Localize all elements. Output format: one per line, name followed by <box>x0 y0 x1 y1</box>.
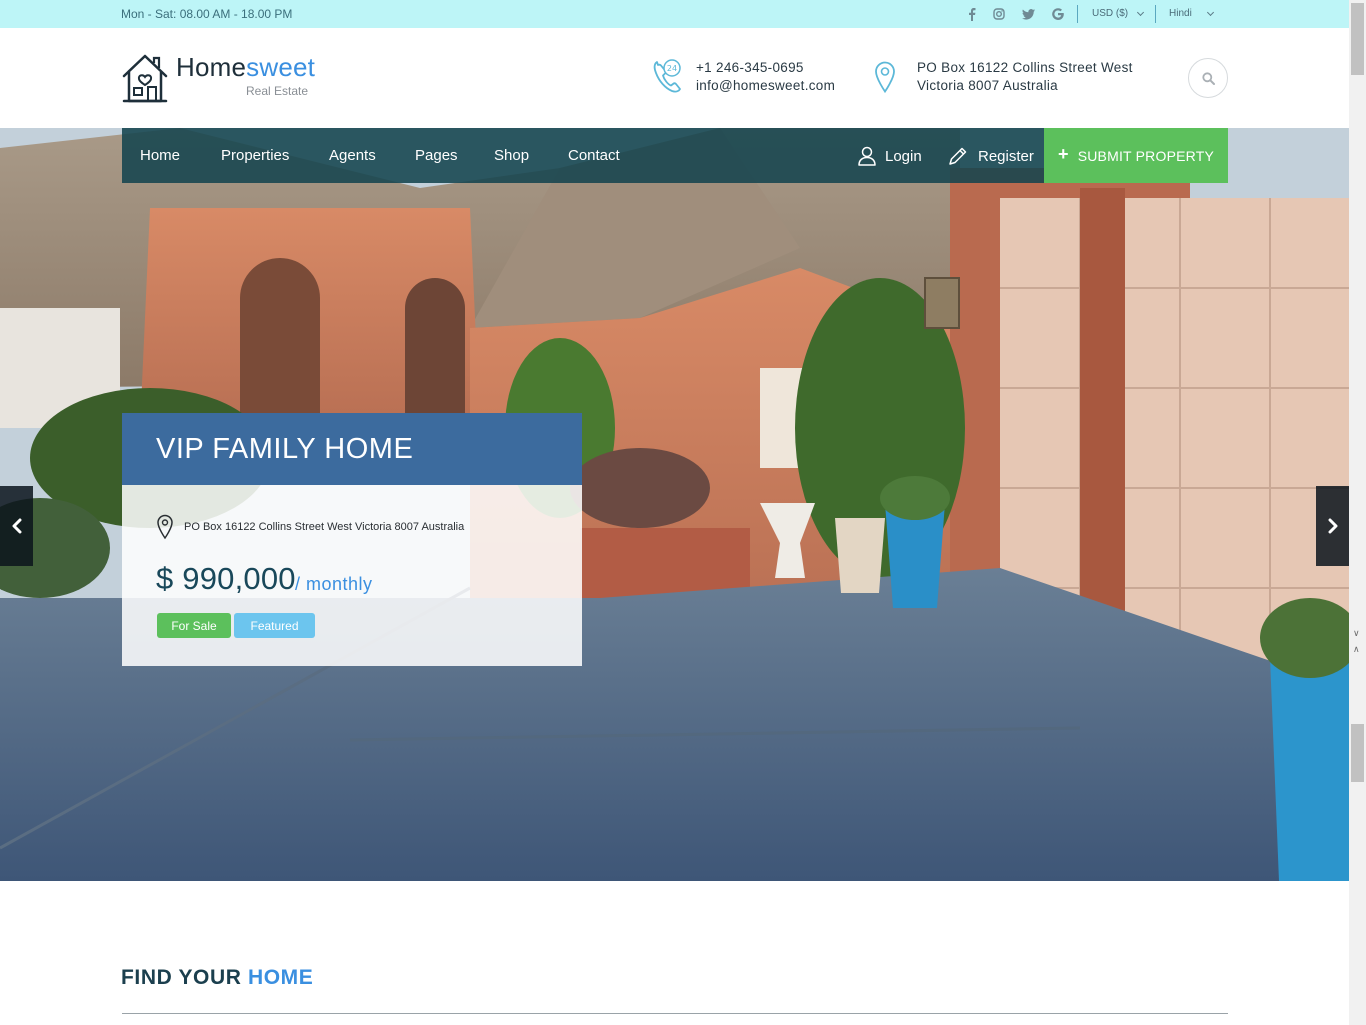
contact-phone-email: +1 246-345-0695 info@homesweet.com <box>696 59 835 95</box>
scroll-down-icon[interactable]: ∨ <box>1353 628 1360 639</box>
top-bar: Mon - Sat: 08.00 AM - 18.00 PM USD ($) H… <box>0 0 1349 28</box>
property-address: PO Box 16122 Collins Street West Victori… <box>184 521 465 533</box>
email-address[interactable]: info@homesweet.com <box>696 77 835 95</box>
register-label: Register <box>978 147 1034 165</box>
contact-address: PO Box 16122 Collins Street West Victori… <box>917 59 1133 95</box>
svg-text:24: 24 <box>667 64 677 73</box>
language-label: Hindi <box>1169 8 1192 19</box>
nav-home[interactable]: Home <box>140 147 180 164</box>
section-title: FIND YOUR HOME <box>121 966 314 989</box>
for-sale-badge: For Sale <box>157 613 231 638</box>
house-logo-icon <box>122 54 168 103</box>
location-pin-icon <box>157 514 173 540</box>
featured-badge: Featured <box>234 613 315 638</box>
page-scrollbar[interactable]: ∨ ∧ <box>1349 0 1366 1025</box>
property-card: PO Box 16122 Collins Street West Victori… <box>122 485 582 666</box>
price-period: / monthly <box>295 574 373 594</box>
scrollbar-thumb[interactable] <box>1351 3 1364 75</box>
search-icon <box>1201 71 1215 85</box>
nav-properties[interactable]: Properties <box>221 147 289 164</box>
scrollbar-thumb-secondary[interactable] <box>1351 724 1364 782</box>
address-line-2: Victoria 8007 Australia <box>917 78 1058 93</box>
slider-next-button[interactable] <box>1316 486 1349 566</box>
opening-hours: Mon - Sat: 08.00 AM - 18.00 PM <box>121 7 293 21</box>
chevron-down-icon <box>1206 8 1214 16</box>
divider <box>1155 5 1156 23</box>
chevron-left-icon <box>12 518 21 534</box>
property-price: $ 990,000 <box>156 561 296 596</box>
property-title[interactable]: VIP FAMILY HOME <box>156 433 413 466</box>
logo-text: Homesweet <box>176 52 316 82</box>
google-icon[interactable] <box>1049 5 1067 23</box>
search-button[interactable] <box>1188 58 1228 98</box>
login-label: Login <box>885 147 922 165</box>
instagram-icon[interactable] <box>990 5 1008 23</box>
location-pin-icon <box>875 61 895 94</box>
nav-contact[interactable]: Contact <box>568 147 620 164</box>
main-nav: Home Properties Agents Pages Shop Contac… <box>122 128 1044 183</box>
property-card-header: VIP FAMILY HOME <box>122 413 582 485</box>
login-link[interactable]: Login <box>858 146 922 166</box>
divider <box>1077 5 1078 23</box>
twitter-icon[interactable] <box>1019 5 1037 23</box>
currency-select[interactable]: USD ($) <box>1092 8 1145 19</box>
chevron-right-icon <box>1328 518 1337 534</box>
nav-shop[interactable]: Shop <box>494 147 529 164</box>
user-icon <box>858 146 876 166</box>
phone-number[interactable]: +1 246-345-0695 <box>696 59 835 77</box>
site-header: Homesweet Real Estate 24 +1 246-345-0695… <box>0 28 1349 128</box>
submit-property-label: SUBMIT PROPERTY <box>1077 147 1214 164</box>
nav-agents[interactable]: Agents <box>329 147 376 164</box>
register-link[interactable]: Register <box>948 146 1034 166</box>
slider-prev-button[interactable] <box>0 486 33 566</box>
phone-24-icon: 24 <box>653 59 681 93</box>
currency-label: USD ($) <box>1092 8 1129 19</box>
pencil-icon <box>949 147 967 165</box>
nav-pages[interactable]: Pages <box>415 147 458 164</box>
facebook-icon[interactable] <box>963 5 981 23</box>
chevron-down-icon <box>1137 8 1145 16</box>
address-line-1: PO Box 16122 Collins Street West <box>917 60 1133 75</box>
submit-property-button[interactable]: + SUBMIT PROPERTY <box>1044 128 1228 183</box>
scroll-up-icon[interactable]: ∧ <box>1353 644 1360 655</box>
language-select[interactable]: Hindi <box>1169 8 1214 19</box>
plus-icon: + <box>1057 144 1069 164</box>
logo-tagline: Real Estate <box>246 84 309 98</box>
section-divider <box>122 1013 1228 1014</box>
